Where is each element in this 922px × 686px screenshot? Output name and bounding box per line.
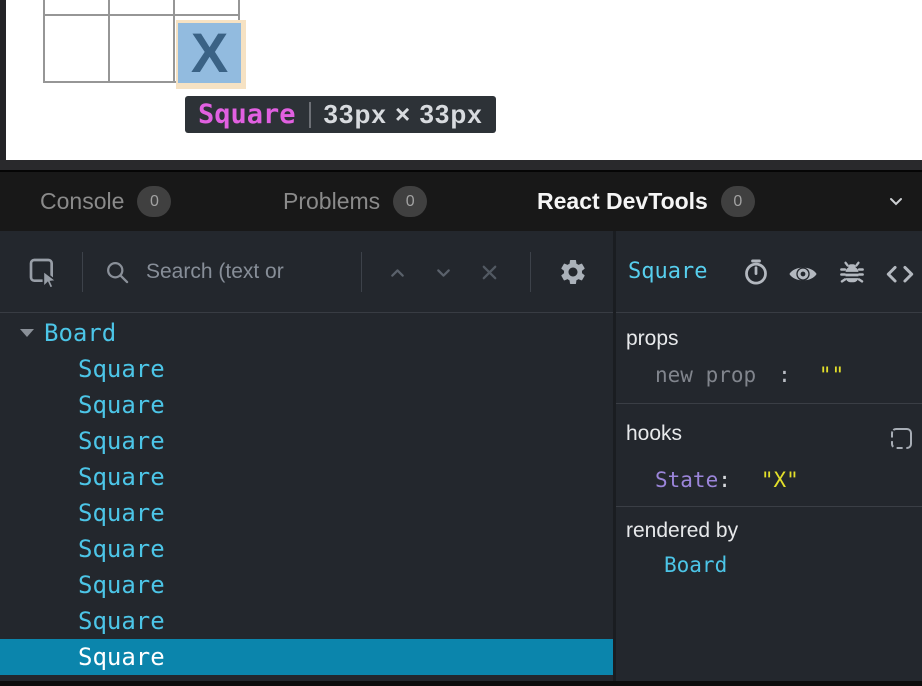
tab-react-devtools-label: React DevTools [537,188,708,215]
component-name: Square [78,607,165,635]
board-square[interactable] [175,0,238,14]
props-header: props [626,327,912,351]
tree-row-square[interactable]: Square [0,495,613,531]
hooks-header: hooks [626,422,912,446]
tree-row-square[interactable]: Square [0,603,613,639]
tree-row-square[interactable]: Square [0,531,613,567]
board-square[interactable] [110,0,173,14]
drawer-resize-handle[interactable] [0,160,922,172]
devtools-tab-bar: Console 0 Problems 0 React DevTools 0 [0,172,922,231]
board-square[interactable] [45,16,108,81]
settings-gear-icon[interactable] [558,257,588,287]
tab-console[interactable]: Console 0 [40,172,171,231]
component-name: Square [78,499,165,527]
square-value: X [191,25,228,81]
props-section: props new prop: "" [616,313,922,404]
react-devtools-toolbar: Square [0,231,922,313]
tab-problems-label: Problems [283,188,380,215]
tab-problems[interactable]: Problems 0 [283,172,427,231]
new-prop-value-input[interactable]: "" [819,363,844,387]
inspect-dom-eye-icon[interactable] [787,258,819,290]
component-name: Square [78,427,165,455]
window-bottom-edge [0,681,922,686]
component-tree: Board Square Square Square Square Square… [0,313,613,681]
parse-hooks-icon[interactable] [891,428,912,449]
window-left-edge [0,0,6,160]
component-name: Square [78,643,165,671]
toolbar-divider [530,252,531,292]
inspect-highlight-content[interactable]: X [178,23,241,83]
new-prop-key-input[interactable]: new prop [655,363,756,387]
devtools-window: X Square 33px × 33px Console 0 Problems … [0,0,922,686]
component-name: Square [78,355,165,383]
suspend-timer-icon[interactable] [741,257,771,287]
tree-row-square[interactable]: Square [0,387,613,423]
tooltip-dimensions: 33px × 33px [324,99,483,130]
toolbar-divider [82,252,83,292]
board-square[interactable] [45,0,108,14]
colon: : [778,363,791,387]
hooks-section: hooks State: "X" [616,404,922,507]
rendered-by-owner-link[interactable]: Board [626,553,912,577]
tree-row-square[interactable]: Square [0,459,613,495]
tab-react-devtools-badge: 0 [721,186,755,217]
tooltip-divider [309,102,311,128]
tree-row-square-selected[interactable]: Square [0,639,613,675]
expander-triangle-icon[interactable] [20,329,34,337]
inspect-element-icon[interactable] [27,256,59,288]
clear-search-icon[interactable] [477,260,502,285]
pane-divider[interactable] [613,231,616,681]
tree-row-board[interactable]: Board [0,315,613,351]
component-details-panel: props new prop: "" hooks State: "X" render… [616,313,922,681]
search-input[interactable] [146,257,351,287]
rendered-by-header: rendered by [626,519,912,543]
log-bug-icon[interactable] [837,257,867,287]
state-hook-row[interactable]: State: "X" [626,468,912,492]
next-match-icon[interactable] [431,260,456,285]
colon: : [718,468,731,492]
tab-react-devtools[interactable]: React DevTools 0 [537,172,755,231]
tree-row-square[interactable]: Square [0,567,613,603]
react-devtools-main: Board Square Square Square Square Square… [0,313,922,681]
component-name: Square [78,571,165,599]
inspected-component-title: Square [628,259,707,284]
tree-row-square[interactable]: Square [0,351,613,387]
page-viewport: X [0,0,922,160]
new-prop-row[interactable]: new prop: "" [626,363,912,387]
tab-console-label: Console [40,188,124,215]
rendered-by-section: rendered by Board [616,507,922,681]
inspect-highlight-padding: X [176,20,246,89]
component-name: Board [44,319,116,347]
tree-row-square[interactable]: Square [0,423,613,459]
component-name: Square [78,391,165,419]
tab-problems-badge: 0 [393,186,427,217]
component-name: Square [78,463,165,491]
view-source-icon[interactable] [884,258,916,288]
toolbar-divider [361,252,362,292]
board-square[interactable] [110,16,173,81]
tooltip-component-name: Square [198,99,296,130]
inspect-tooltip: Square 33px × 33px [185,96,496,133]
hook-value[interactable]: "X" [761,468,799,492]
hook-name: State [655,468,718,492]
tab-console-badge: 0 [137,186,171,217]
prev-match-icon[interactable] [385,260,410,285]
search-icon [104,259,131,286]
collapse-drawer-chevron-icon[interactable] [884,189,908,213]
component-name: Square [78,535,165,563]
